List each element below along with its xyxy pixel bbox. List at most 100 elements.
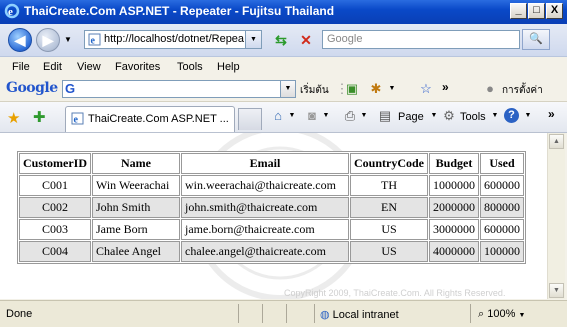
history-dropdown-icon[interactable]: ▼	[64, 35, 72, 44]
menu-tools[interactable]: Tools	[177, 61, 203, 73]
cell-name: John Smith	[92, 197, 180, 218]
maximize-button[interactable]: □	[528, 3, 545, 19]
page-dropdown-icon[interactable]: ▼	[426, 108, 442, 124]
puzzle-icon[interactable]: ✱	[368, 81, 384, 97]
scroll-down-arrow-icon[interactable]: ▼	[549, 283, 564, 298]
star-icon[interactable]: ☆	[418, 81, 434, 97]
tools-menu-button[interactable]: Tools	[460, 111, 486, 123]
column-header-customerid: CustomerID	[19, 153, 91, 174]
cell-email: win.weerachai@thaicreate.com	[181, 175, 349, 196]
cell-customerid: C001	[19, 175, 91, 196]
favorites-star-icon[interactable]: ★	[7, 109, 20, 127]
google-logo[interactable]: Google	[6, 80, 58, 96]
magnifier-icon: ⌕	[478, 308, 485, 320]
picture-icon[interactable]: ▣	[344, 81, 360, 97]
cell-countrycode: TH	[350, 175, 429, 196]
table-row: C004 Chalee Angel chalee.angel@thaicreat…	[19, 241, 525, 262]
command-more-button[interactable]: »	[548, 107, 555, 121]
window-title: ThaiCreate.Com ASP.NET - Repeater - Fuji…	[24, 4, 335, 18]
zoom-dropdown-icon[interactable]: ▼	[518, 312, 525, 319]
cell-name: Jame Born	[92, 219, 180, 240]
status-divider	[238, 304, 239, 323]
menu-view[interactable]: View	[77, 61, 101, 73]
refresh-button[interactable]: ⇆	[270, 30, 292, 50]
table-row: C001 Win Weerachai win.weerachai@thaicre…	[19, 175, 525, 196]
cell-name: Chalee Angel	[92, 241, 180, 262]
column-header-used: Used	[480, 153, 525, 174]
tab-command-bar: ★ ✚ e ThaiCreate.Com ASP.NET ... ⌂ ▼ ◙ ▼…	[0, 102, 567, 133]
address-input[interactable]: http://localhost/dotnet/Repeater	[104, 33, 244, 45]
google-search-box[interactable]: G ▼	[62, 80, 296, 98]
status-divider	[286, 304, 287, 323]
page-content: CustomerID Name Email CountryCode Budget…	[0, 133, 547, 299]
zoom-control[interactable]: ⌕ 100% ▼	[478, 308, 525, 321]
google-more-button[interactable]: »	[442, 80, 449, 94]
tools-dropdown-icon[interactable]: ▼	[487, 108, 503, 124]
status-divider	[470, 304, 471, 323]
tab-label: ThaiCreate.Com ASP.NET ...	[88, 113, 229, 125]
column-header-name: Name	[92, 153, 180, 174]
back-button[interactable]: ◀	[8, 28, 32, 52]
zone-label: Local intranet	[332, 309, 399, 321]
home-dropdown-icon[interactable]: ▼	[284, 108, 300, 124]
page-icon: ▤	[378, 108, 392, 123]
table-header-row: CustomerID Name Email CountryCode Budget…	[19, 153, 525, 174]
google-settings-button[interactable]: การตั้งค่า	[502, 83, 543, 98]
cell-used: 800000	[480, 197, 525, 218]
ie-logo-icon: e	[4, 3, 20, 19]
cell-customerid: C004	[19, 241, 91, 262]
google-toolbar: Google G ▼ เริ่มต้น ⋮ ▣ ✱ ▼ ☆ » ● การตั้…	[0, 77, 567, 102]
feeds-dropdown-icon[interactable]: ▼	[318, 108, 334, 124]
cell-budget: 1000000	[429, 175, 480, 196]
menu-favorites[interactable]: Favorites	[115, 61, 160, 73]
status-divider	[262, 304, 263, 323]
page-menu-button[interactable]: Page	[398, 111, 424, 123]
scroll-up-arrow-icon[interactable]: ▲	[549, 134, 564, 149]
search-input[interactable]: Google	[327, 33, 362, 45]
navigation-bar: ◀ ▶ ▼ e http://localhost/dotnet/Repeater…	[0, 24, 567, 57]
search-button[interactable]: 🔍	[522, 29, 550, 50]
tab-active[interactable]: e ThaiCreate.Com ASP.NET ...	[65, 106, 235, 132]
help-icon[interactable]: ?	[504, 108, 519, 123]
cell-name: Win Weerachai	[92, 175, 180, 196]
help-dropdown-icon[interactable]: ▼	[520, 108, 536, 124]
print-dropdown-icon[interactable]: ▼	[356, 108, 372, 124]
menu-help[interactable]: Help	[217, 61, 240, 73]
zoom-level: 100%	[487, 308, 516, 320]
menu-file[interactable]: File	[12, 61, 30, 73]
cell-email: chalee.angel@thaicreate.com	[181, 241, 349, 262]
settings-circle-icon[interactable]: ●	[482, 81, 498, 97]
search-box[interactable]: Google	[322, 30, 520, 49]
stop-button[interactable]: ✕	[295, 30, 317, 50]
puzzle-dropdown-icon[interactable]: ▼	[384, 81, 400, 97]
add-favorite-icon[interactable]: ✚	[33, 108, 46, 126]
cell-customerid: C002	[19, 197, 91, 218]
address-bar[interactable]: e http://localhost/dotnet/Repeater ▼	[84, 30, 262, 49]
status-divider	[314, 304, 315, 323]
cell-used: 100000	[480, 241, 525, 262]
minimize-button[interactable]: _	[510, 3, 527, 19]
column-header-budget: Budget	[429, 153, 480, 174]
cell-customerid: C003	[19, 219, 91, 240]
svg-text:e: e	[74, 115, 79, 126]
tab-page-icon: e	[71, 112, 84, 125]
address-dropdown-icon[interactable]: ▼	[245, 31, 261, 48]
google-dropdown-icon[interactable]: ▼	[280, 81, 295, 97]
vertical-scrollbar[interactable]: ▲ ▼	[547, 133, 565, 299]
cell-countrycode: EN	[350, 197, 429, 218]
table-row: C002 John Smith john.smith@thaicreate.co…	[19, 197, 525, 218]
table-row: C003 Jame Born jame.born@thaicreate.com …	[19, 219, 525, 240]
forward-button[interactable]: ▶	[36, 28, 60, 52]
globe-icon: ◍	[320, 309, 330, 321]
cell-email: john.smith@thaicreate.com	[181, 197, 349, 218]
cell-used: 600000	[480, 175, 525, 196]
google-start-button[interactable]: เริ่มต้น	[300, 83, 329, 98]
new-tab-button[interactable]	[238, 108, 262, 130]
svg-text:e: e	[91, 36, 96, 47]
security-zone[interactable]: ◍ Local intranet	[320, 308, 399, 321]
column-header-countrycode: CountryCode	[350, 153, 429, 174]
close-button[interactable]: X	[546, 3, 563, 19]
menu-edit[interactable]: Edit	[43, 61, 62, 73]
menu-bar: File Edit View Favorites Tools Help	[0, 57, 567, 77]
browser-window: e ThaiCreate.Com ASP.NET - Repeater - Fu…	[0, 0, 567, 327]
